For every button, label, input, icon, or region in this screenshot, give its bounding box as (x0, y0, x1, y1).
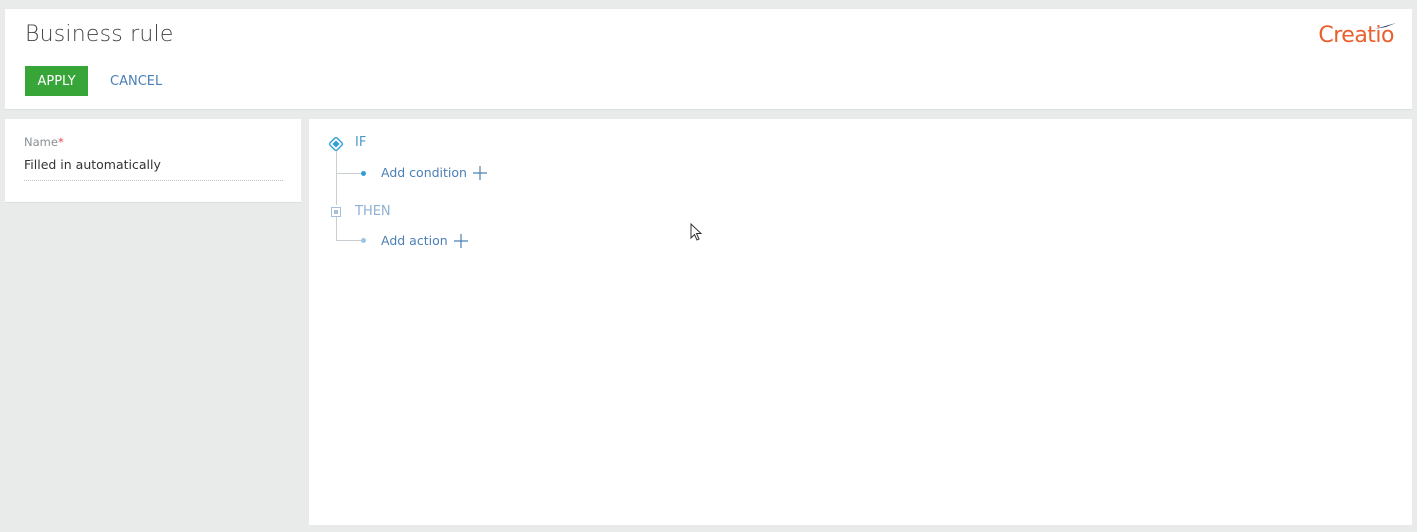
add-action-link[interactable]: Add action (381, 233, 468, 248)
apply-button[interactable]: APPLY (25, 66, 88, 96)
page-header: Business rule Creatio APPLY CANCEL (5, 9, 1412, 110)
name-field[interactable]: Filled in automatically (24, 157, 161, 172)
diamond-icon (329, 137, 343, 151)
if-branch-connector (336, 173, 362, 174)
name-label-text: Name (24, 135, 58, 149)
then-branch-connector (336, 240, 362, 241)
plus-icon (453, 233, 468, 248)
page-title: Business rule (25, 22, 174, 47)
add-condition-link[interactable]: Add condition (381, 165, 487, 180)
name-field-label: Name* (24, 135, 64, 149)
required-mark: * (57, 135, 64, 149)
properties-panel: Name* Filled in automatically (5, 119, 301, 203)
if-label: IF (355, 135, 367, 150)
then-label: THEN (355, 204, 391, 219)
square-icon (331, 207, 341, 217)
add-condition-label: Add condition (381, 165, 467, 180)
mouse-cursor-icon (690, 223, 703, 241)
creatio-logo: Creatio (1318, 23, 1396, 53)
add-action-label: Add action (381, 233, 448, 248)
condition-bullet (361, 171, 366, 176)
action-bullet (361, 238, 366, 243)
if-branch-line (336, 151, 337, 174)
plus-icon (472, 165, 487, 180)
cancel-button[interactable]: CANCEL (100, 66, 172, 96)
then-branch-line (336, 217, 337, 241)
rule-editor-panel: IF Add condition THEN Add action (309, 119, 1412, 525)
if-then-line (336, 174, 337, 205)
name-field-underline (24, 180, 283, 181)
logo-swoosh-icon (1375, 23, 1396, 29)
